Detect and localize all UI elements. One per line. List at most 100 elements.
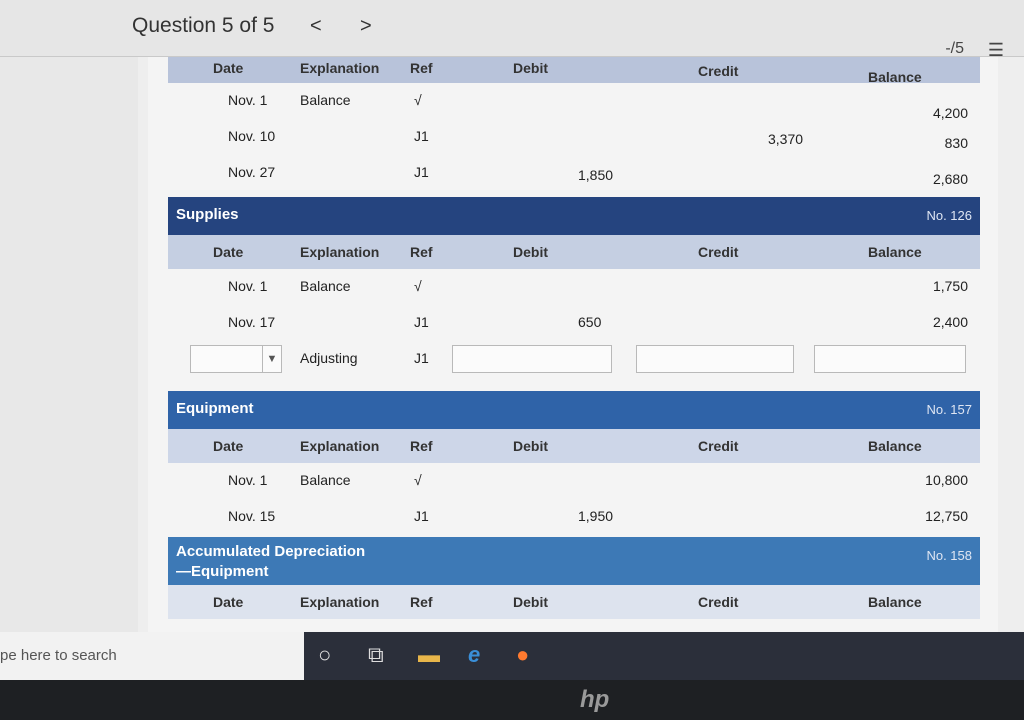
row-ref: J1: [414, 314, 429, 330]
search-placeholder: pe here to search: [0, 647, 117, 664]
table-row: Nov. 1 Balance √ 4,200: [168, 83, 980, 121]
supplies-header: Supplies No. 126: [168, 197, 980, 235]
cash-column-header: Date Explanation Ref Debit Credit Balanc…: [168, 57, 980, 85]
row-explanation: Balance: [300, 92, 351, 108]
col-date: Date: [213, 438, 244, 454]
row-balance: 10,800: [925, 472, 968, 488]
col-credit: Credit: [698, 244, 739, 260]
col-ref: Ref: [410, 438, 433, 454]
row-ref: J1: [414, 164, 429, 180]
row-date: Nov. 1: [228, 472, 268, 488]
task-view-icon[interactable]: ⧉: [368, 642, 384, 668]
col-balance: Balance: [868, 594, 922, 610]
equipment-column-header: Date Explanation Ref Debit Credit Balanc…: [168, 429, 980, 463]
row-explanation: Balance: [300, 472, 351, 488]
row-balance: 1,750: [932, 278, 968, 294]
row-credit: 3,370: [768, 131, 804, 147]
row-date: Nov. 1: [228, 92, 268, 108]
next-question-button[interactable]: >: [360, 15, 372, 38]
accum-column-header: Date Explanation Ref Debit Credit Balanc…: [168, 585, 980, 619]
col-balance: Balance: [868, 438, 922, 454]
col-balance: Balance: [868, 244, 922, 260]
taskbar: pe here to search ○ ⧉ ▬ e ●: [0, 632, 1024, 680]
col-date: Date: [213, 244, 244, 260]
row-balance: 2,400: [932, 314, 968, 330]
table-row: Nov. 1 Balance √ 1,750: [168, 269, 980, 305]
row-balance: 830: [944, 135, 968, 151]
left-pane: [0, 57, 138, 632]
row-ref: √: [414, 472, 422, 488]
cash-account: Date Explanation Ref Debit Credit Balanc…: [168, 57, 980, 191]
supplies-account: Supplies No. 126 Date Explanation Ref De…: [168, 197, 980, 377]
accum-header: Accumulated Depreciation —Equipment No. …: [168, 537, 980, 585]
balance-input[interactable]: [814, 345, 966, 373]
col-date: Date: [213, 60, 244, 76]
row-date: Nov. 17: [228, 314, 276, 330]
table-row: Nov. 10 J1 3,370 830: [168, 119, 980, 155]
prev-question-button[interactable]: <: [310, 15, 322, 38]
row-date: Nov. 27: [228, 164, 276, 180]
col-debit: Debit: [513, 244, 548, 260]
col-explanation: Explanation: [300, 244, 380, 260]
col-credit: Credit: [698, 438, 739, 454]
account-number: No. 158: [926, 548, 972, 563]
account-number: No. 157: [926, 402, 972, 417]
row-debit: 1,850: [578, 167, 614, 183]
hp-logo: hp: [580, 686, 610, 713]
supplies-column-header: Date Explanation Ref Debit Credit Balanc…: [168, 235, 980, 269]
col-ref: Ref: [410, 60, 433, 76]
col-ref: Ref: [410, 244, 433, 260]
table-row: Nov. 15 J1 1,950 12,750: [168, 499, 980, 535]
equipment-header: Equipment No. 157: [168, 391, 980, 429]
col-ref: Ref: [410, 594, 433, 610]
screen: Question 5 of 5 < > -/5 ☰ Date Explanati…: [0, 0, 1024, 680]
account-title: Accumulated Depreciation: [176, 543, 366, 560]
accum-depreciation-account: Accumulated Depreciation —Equipment No. …: [168, 537, 980, 619]
row-ref: J1: [414, 128, 429, 144]
firefox-icon[interactable]: ●: [516, 642, 529, 668]
debit-input[interactable]: [452, 345, 612, 373]
ledger-content: Date Explanation Ref Debit Credit Balanc…: [148, 57, 998, 632]
equipment-account: Equipment No. 157 Date Explanation Ref D…: [168, 391, 980, 535]
row-debit: 1,950: [578, 508, 614, 524]
row-date: Nov. 10: [228, 128, 276, 144]
row-ref: √: [414, 92, 422, 108]
row-ref: J1: [414, 508, 429, 524]
question-title: Question 5 of 5: [132, 14, 275, 37]
adjusting-entry-row: ▼ Adjusting J1: [168, 341, 980, 377]
row-explanation: Adjusting: [300, 350, 358, 366]
taskbar-search[interactable]: pe here to search: [0, 632, 304, 680]
date-select[interactable]: ▼: [190, 345, 282, 373]
row-explanation: Balance: [300, 278, 351, 294]
row-debit: 650: [578, 314, 602, 330]
row-date: Nov. 1: [228, 278, 268, 294]
col-explanation: Explanation: [300, 594, 380, 610]
row-balance: 12,750: [925, 508, 968, 524]
chevron-down-icon[interactable]: ▼: [262, 346, 281, 372]
account-title: Supplies: [176, 206, 239, 223]
credit-input[interactable]: [636, 345, 794, 373]
score-label: -/5: [945, 40, 964, 57]
col-debit: Debit: [513, 594, 548, 610]
question-header: Question 5 of 5 < > -/5 ☰: [0, 0, 1024, 60]
col-explanation: Explanation: [300, 438, 380, 454]
col-debit: Debit: [513, 438, 548, 454]
table-row: Nov. 17 J1 650 2,400: [168, 305, 980, 341]
row-balance: 2,680: [932, 171, 968, 187]
col-credit: Credit: [698, 63, 739, 79]
row-ref: √: [414, 278, 422, 294]
col-debit: Debit: [513, 60, 548, 76]
account-title: Equipment: [176, 400, 254, 417]
col-date: Date: [213, 594, 244, 610]
cortana-icon[interactable]: ○: [318, 642, 331, 668]
row-date: Nov. 15: [228, 508, 276, 524]
account-title-line2: —Equipment: [176, 563, 269, 580]
account-number: No. 126: [926, 208, 972, 223]
row-ref: J1: [414, 350, 429, 366]
col-explanation: Explanation: [300, 60, 380, 76]
edge-icon[interactable]: e: [468, 642, 480, 668]
file-explorer-icon[interactable]: ▬: [418, 642, 440, 668]
col-credit: Credit: [698, 594, 739, 610]
table-row: Nov. 27 J1 1,850 2,680: [168, 155, 980, 191]
table-row: Nov. 1 Balance √ 10,800: [168, 463, 980, 499]
